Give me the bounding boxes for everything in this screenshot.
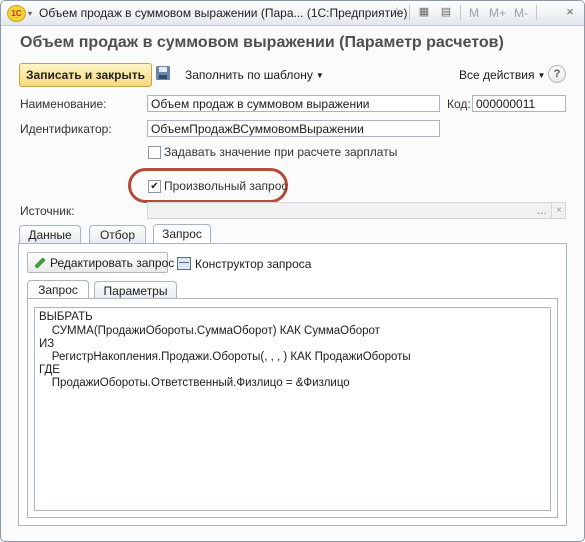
code-field[interactable]: 000000011 <box>472 95 566 112</box>
tab-data[interactable]: Данные <box>19 225 81 243</box>
all-actions-label: Все действия <box>459 68 535 82</box>
tab-query[interactable]: Запрос <box>153 224 211 244</box>
code-label: Код: <box>447 97 471 111</box>
memory-subtract-button[interactable]: M- <box>514 6 528 20</box>
toolbar-separator <box>460 5 461 20</box>
query-line: ГДЕ <box>39 364 60 376</box>
query-builder-icon <box>177 257 191 270</box>
identifier-field[interactable]: ОбъемПродажВСуммовомВыражении <box>147 120 440 137</box>
query-line: ИЗ <box>39 338 55 350</box>
star-icon[interactable]: ☆ <box>389 4 405 20</box>
save-and-close-button[interactable]: Записать и закрыть <box>19 63 152 87</box>
form-window: 1С ▾ Объем продаж в суммовом выражении (… <box>0 0 585 542</box>
chevron-down-icon: ▼ <box>537 71 546 80</box>
toolbar-separator <box>536 5 537 20</box>
salary-checkbox[interactable] <box>148 146 161 159</box>
name-field[interactable]: Объем продаж в суммовом выражении <box>147 95 440 112</box>
source-label: Источник: <box>20 204 75 218</box>
source-select-button[interactable]: ... <box>537 203 547 217</box>
memory-store-button[interactable]: M <box>469 6 479 20</box>
memory-add-button[interactable]: M+ <box>489 6 506 20</box>
calculator-icon[interactable]: ▦ <box>416 4 432 20</box>
close-icon[interactable]: × <box>562 4 578 20</box>
query-line: РегистрНакопления.Продажи.Обороты(, , , … <box>39 351 411 363</box>
subtab-parameters[interactable]: Параметры <box>94 281 177 299</box>
clear-icon[interactable]: × <box>551 203 566 218</box>
query-line: ПродажиОбороты.Ответственный.Физлицо = &… <box>39 377 350 389</box>
query-text-editor[interactable]: ВЫБРАТЬ СУММА(ПродажиОбороты.СуммаОборот… <box>34 307 551 511</box>
window-title: Объем продаж в суммовом выражении (Пара.… <box>39 6 408 20</box>
help-icon[interactable]: ? <box>548 65 566 83</box>
chevron-down-icon: ▼ <box>315 71 324 80</box>
identifier-label: Идентификатор: <box>20 122 112 136</box>
save-icon[interactable] <box>156 66 170 80</box>
custom-query-label[interactable]: Произвольный запрос <box>164 179 287 193</box>
custom-query-checkbox[interactable]: ✔ <box>148 180 161 193</box>
source-field: ... × <box>147 202 566 219</box>
calendar-icon[interactable]: ▤ <box>438 4 454 20</box>
query-line: ВЫБРАТЬ <box>39 311 93 323</box>
all-actions-menu[interactable]: Все действия ▼ <box>459 68 545 82</box>
fill-by-template-label: Заполнить по шаблону <box>185 68 313 82</box>
fill-by-template-menu[interactable]: Заполнить по шаблону ▼ <box>185 68 324 82</box>
subtab-query[interactable]: Запрос <box>27 280 89 300</box>
toolbar-separator <box>409 5 410 20</box>
salary-checkbox-label[interactable]: Задавать значение при расчете зарплаты <box>164 145 397 159</box>
query-constructor-label: Конструктор запроса <box>195 257 312 271</box>
menu-arrow-icon[interactable]: ▾ <box>28 9 32 18</box>
query-constructor-button[interactable]: Конструктор запроса <box>177 257 311 271</box>
edit-query-label: Редактировать запрос <box>50 256 175 270</box>
app-logo-icon[interactable]: 1С <box>7 5 26 22</box>
tab-filter[interactable]: Отбор <box>89 225 146 243</box>
form-title: Объем продаж в суммовом выражении (Парам… <box>20 34 504 51</box>
name-label: Наименование: <box>20 97 107 111</box>
title-bar: 1С ▾ Объем продаж в суммовом выражении (… <box>1 1 584 26</box>
edit-query-button[interactable]: Редактировать запрос <box>27 252 174 273</box>
query-line: СУММА(ПродажиОбороты.СуммаОборот) КАК Су… <box>39 325 380 337</box>
pencil-icon <box>34 257 46 269</box>
